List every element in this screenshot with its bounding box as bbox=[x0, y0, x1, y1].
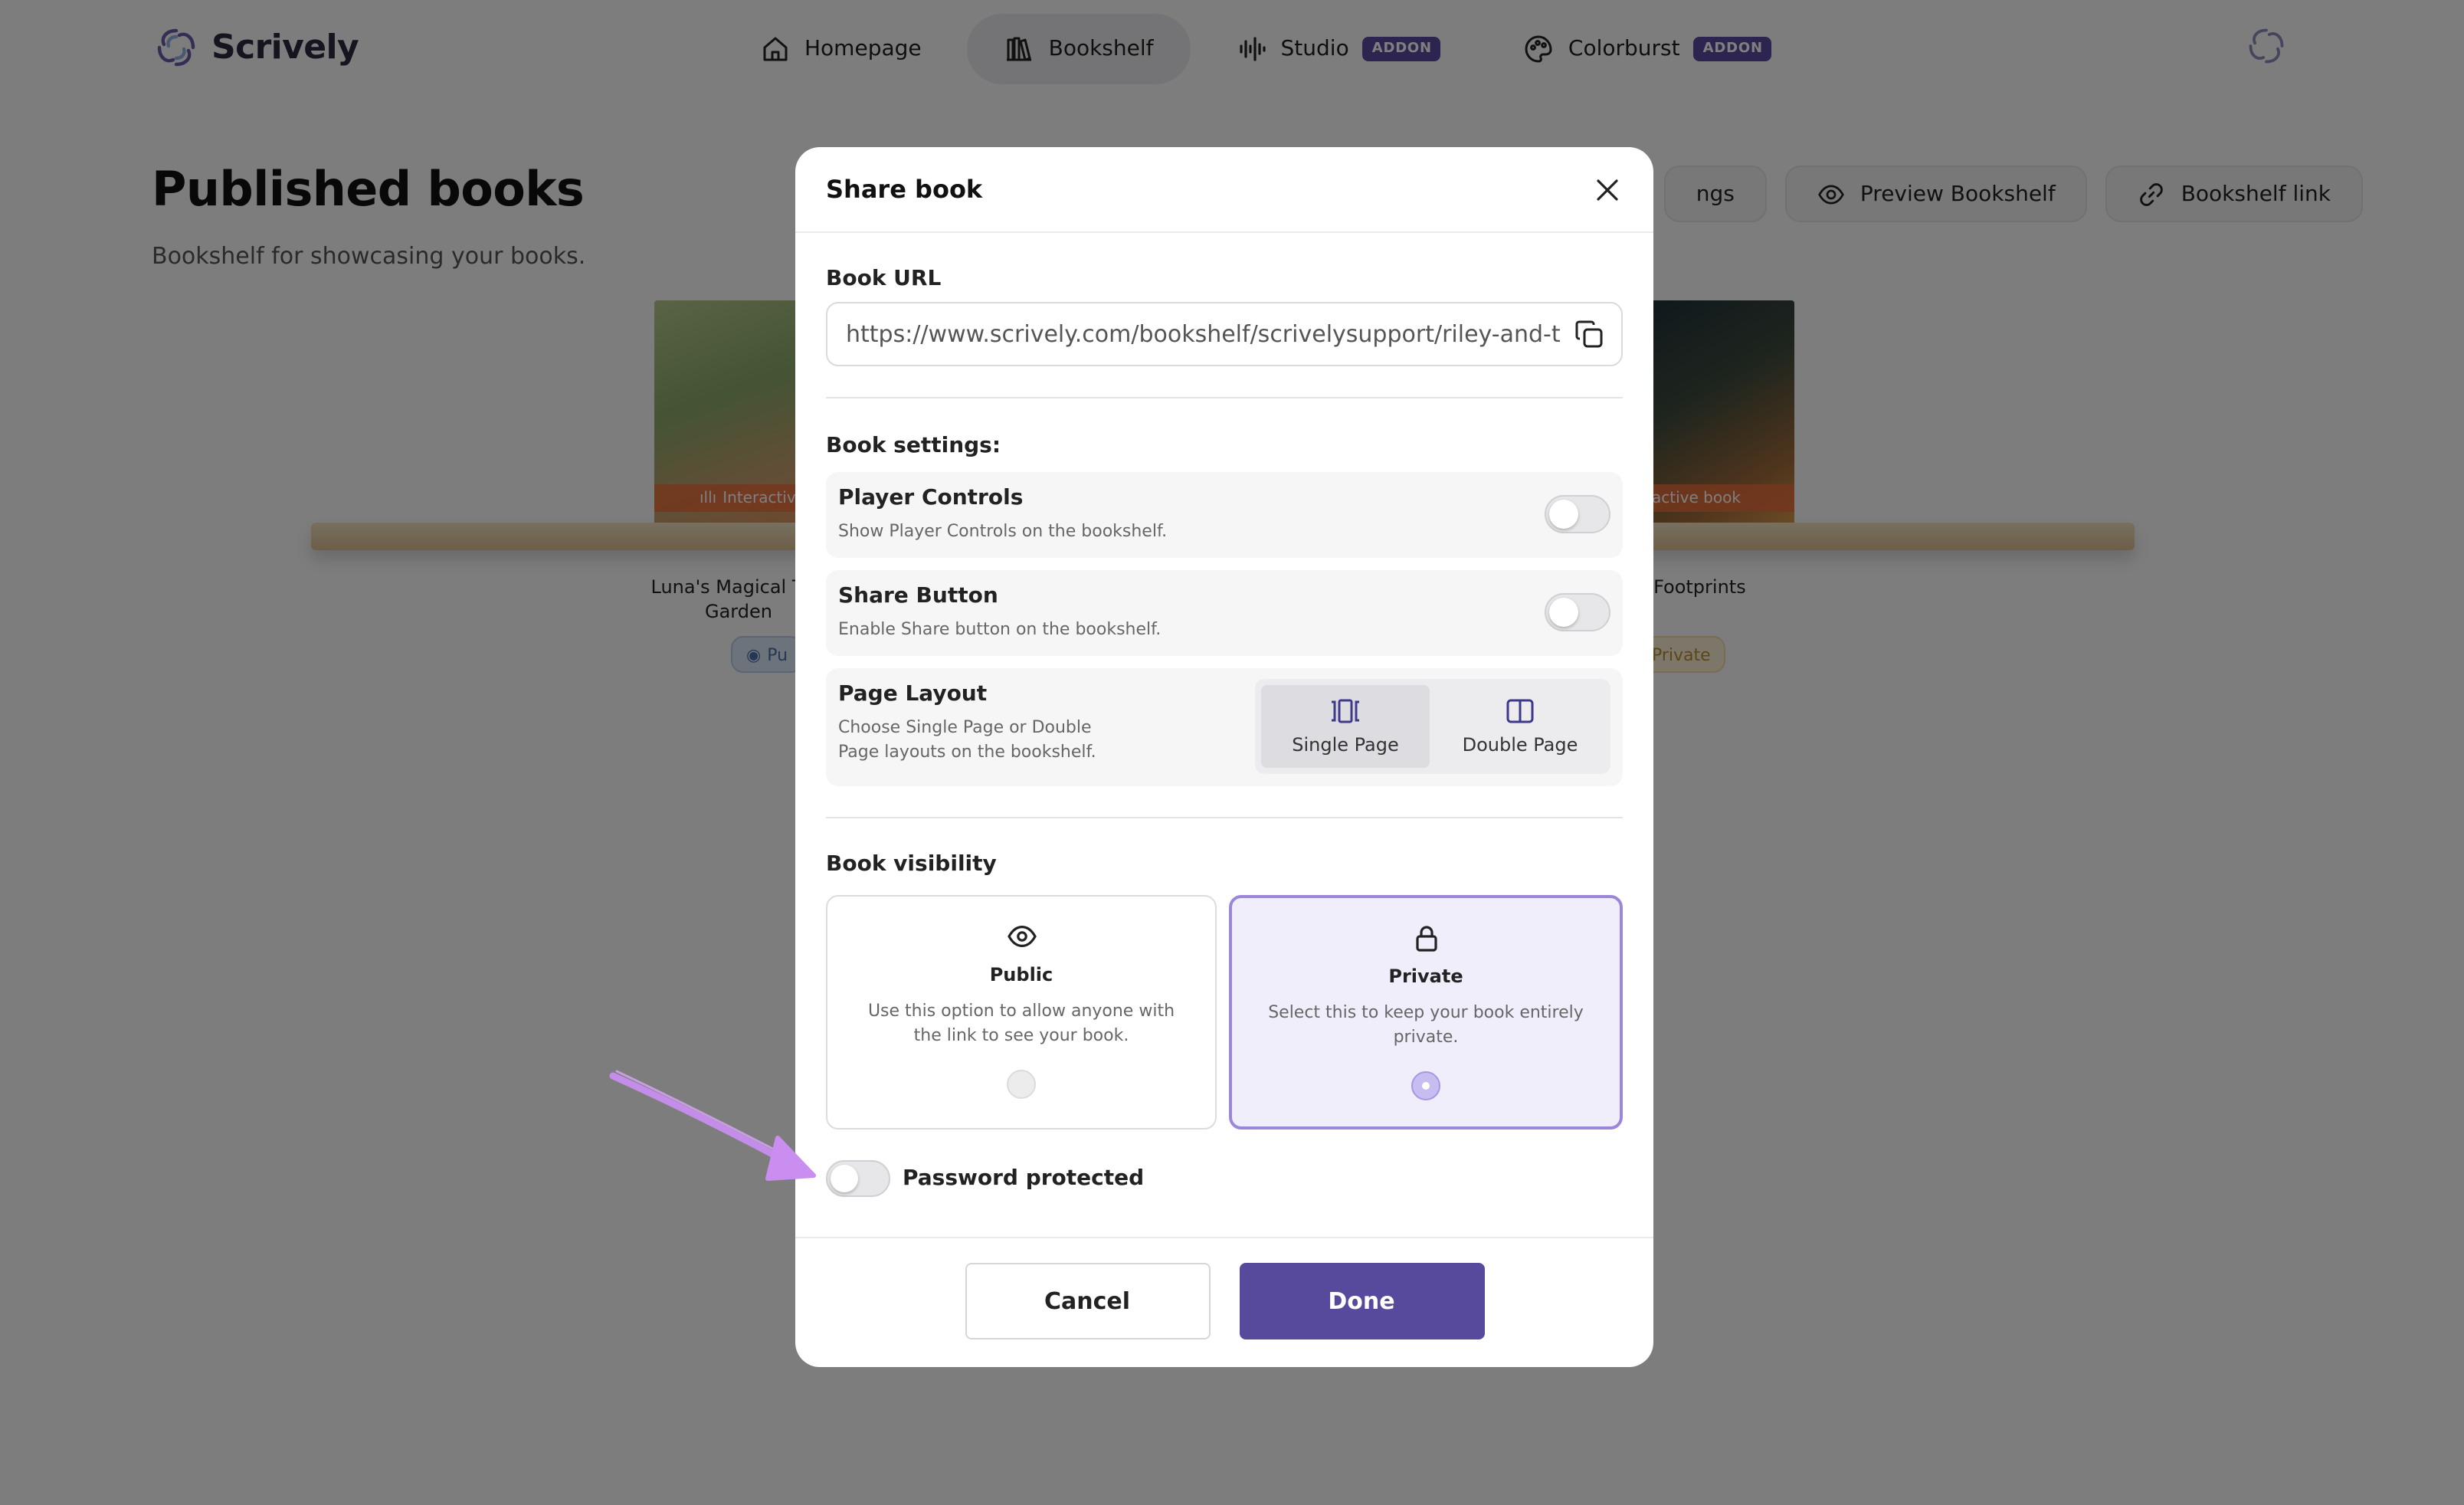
page-layout-setting: Page Layout Choose Single Page or Double… bbox=[826, 668, 1623, 786]
book-settings-label: Book settings: bbox=[826, 434, 1001, 458]
divider bbox=[826, 817, 1623, 818]
single-page-icon bbox=[1329, 697, 1362, 725]
option-label: Single Page bbox=[1292, 734, 1399, 756]
setting-title: Player Controls bbox=[838, 486, 1024, 510]
option-title: Public bbox=[989, 964, 1053, 985]
lock-icon bbox=[1411, 923, 1441, 953]
option-description: Use this option to allow anyone with the… bbox=[867, 1001, 1175, 1045]
toggle-knob bbox=[1549, 500, 1578, 529]
cancel-button[interactable]: Cancel bbox=[965, 1263, 1210, 1339]
visibility-options: Public Use this option to allow anyone w… bbox=[826, 895, 1623, 1130]
setting-description: Show Player Controls on the bookshelf. bbox=[838, 521, 1168, 541]
book-url-label: Book URL bbox=[826, 267, 942, 291]
password-protected-label: Password protected bbox=[903, 1166, 1145, 1191]
eye-icon bbox=[1006, 921, 1037, 952]
share-book-dialog: Share book Book URL Book settings: Playe… bbox=[795, 147, 1653, 1367]
page-layout-selector: Single Page Double Page bbox=[1255, 679, 1610, 774]
double-page-option[interactable]: Double Page bbox=[1436, 685, 1604, 768]
private-radio[interactable] bbox=[1411, 1071, 1440, 1100]
share-button-toggle[interactable] bbox=[1545, 593, 1610, 631]
done-button[interactable]: Done bbox=[1239, 1263, 1484, 1339]
book-visibility-label: Book visibility bbox=[826, 852, 997, 877]
share-button-setting: Share Button Enable Share button on the … bbox=[826, 570, 1623, 656]
setting-description: Enable Share button on the bookshelf. bbox=[838, 619, 1162, 639]
option-description: Select this to keep your book entirely p… bbox=[1268, 1002, 1584, 1047]
copy-icon[interactable] bbox=[1572, 317, 1606, 351]
dialog-title: Share book bbox=[826, 175, 983, 204]
dialog-footer: Cancel Done bbox=[795, 1237, 1653, 1367]
book-url-field bbox=[826, 302, 1623, 366]
double-page-icon bbox=[1503, 697, 1537, 725]
toggle-knob bbox=[831, 1165, 858, 1192]
book-url-input[interactable] bbox=[846, 320, 1560, 348]
setting-description: Choose Single Page or Double Page layout… bbox=[838, 717, 1096, 762]
single-page-option[interactable]: Single Page bbox=[1261, 685, 1430, 768]
setting-title: Share Button bbox=[838, 584, 998, 608]
player-controls-setting: Player Controls Show Player Controls on … bbox=[826, 472, 1623, 558]
player-controls-toggle[interactable] bbox=[1545, 495, 1610, 533]
password-protected-toggle[interactable] bbox=[826, 1160, 890, 1197]
public-option-card[interactable]: Public Use this option to allow anyone w… bbox=[826, 895, 1217, 1130]
public-radio[interactable] bbox=[1007, 1070, 1036, 1099]
password-protected-row: Password protected bbox=[826, 1160, 1623, 1197]
option-title: Private bbox=[1388, 966, 1463, 987]
dialog-header: Share book bbox=[795, 147, 1653, 233]
private-option-card[interactable]: Private Select this to keep your book en… bbox=[1229, 895, 1623, 1130]
option-label: Double Page bbox=[1462, 734, 1578, 756]
toggle-knob bbox=[1549, 598, 1578, 627]
close-icon[interactable] bbox=[1592, 174, 1623, 205]
divider bbox=[826, 397, 1623, 398]
